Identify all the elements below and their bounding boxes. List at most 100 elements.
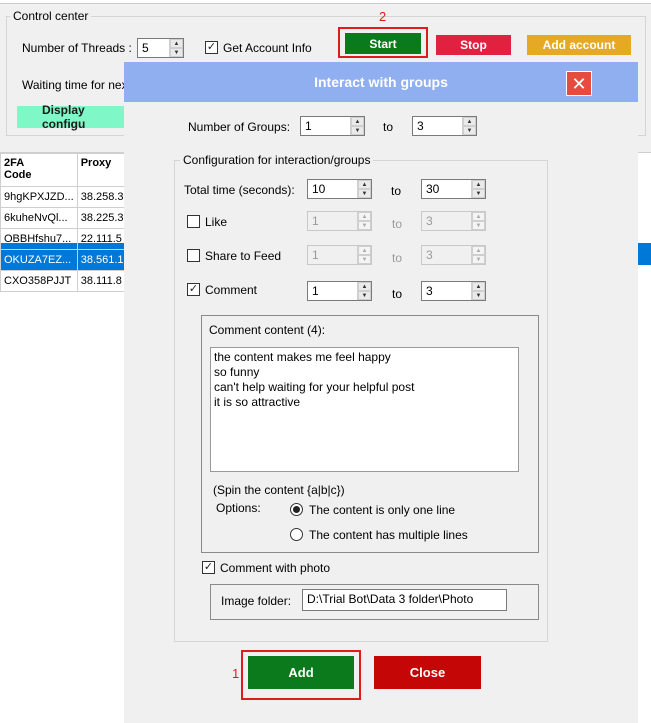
total-time-to-label: to bbox=[391, 184, 402, 198]
share-to-value: 3 bbox=[426, 248, 433, 262]
like-from-stepper[interactable]: 1 ▲ ▼ bbox=[307, 211, 372, 231]
table-cell: OKUZA7EZ... bbox=[0, 249, 78, 271]
interact-groups-dialog: Interact with groups ✕ Number of Groups:… bbox=[124, 62, 638, 723]
options-label: Options: bbox=[216, 501, 261, 515]
radio-one-line[interactable] bbox=[290, 503, 303, 516]
chevron-down-icon[interactable]: ▼ bbox=[358, 189, 371, 198]
comment-photo-label: Comment with photo bbox=[220, 561, 331, 575]
chevron-up-icon[interactable]: ▲ bbox=[472, 282, 485, 291]
table-cell: 38.561.1 bbox=[76, 249, 128, 271]
comment-label: Comment bbox=[205, 283, 258, 297]
chevron-down-icon[interactable]: ▼ bbox=[472, 189, 485, 198]
table-cell: 22.111.5 bbox=[76, 228, 128, 250]
option-multi-line-label: The content has multiple lines bbox=[309, 528, 468, 542]
table-row[interactable]: CXO358PJJT 38.111.8 bbox=[0, 270, 128, 292]
groups-to-label: to bbox=[383, 120, 394, 134]
total-time-to-stepper[interactable]: 30 ▲ ▼ bbox=[421, 179, 486, 199]
share-to-label: to bbox=[392, 251, 403, 265]
table-cell: 38.258.3 bbox=[76, 186, 128, 208]
display-config-label: Display configu bbox=[42, 103, 86, 131]
groups-to-stepper[interactable]: 3 ▲ ▼ bbox=[412, 116, 477, 136]
comment-to-value: 3 bbox=[426, 284, 433, 298]
chevron-down-icon[interactable]: ▼ bbox=[472, 291, 485, 300]
groups-from-value: 1 bbox=[305, 119, 312, 133]
config-title: Configuration for interaction/groups bbox=[180, 153, 374, 167]
chevron-down-icon: ▼ bbox=[472, 255, 485, 264]
add-account-button[interactable]: Add account bbox=[527, 35, 631, 55]
chevron-down-icon: ▼ bbox=[358, 255, 371, 264]
radio-dot-icon bbox=[293, 506, 300, 513]
comment-to-stepper[interactable]: 3 ▲ ▼ bbox=[421, 281, 486, 301]
chevron-down-icon[interactable]: ▼ bbox=[463, 126, 476, 135]
chevron-up-icon[interactable]: ▲ bbox=[358, 282, 371, 291]
top-strip bbox=[0, 0, 651, 4]
table-row[interactable]: 9hgKPXJZD... 38.258.3 bbox=[0, 186, 128, 208]
groups-from-stepper[interactable]: 1 ▲ ▼ bbox=[300, 116, 365, 136]
share-to-stepper[interactable]: 3 ▲ ▼ bbox=[421, 245, 486, 265]
table-cell: 9hgKPXJZD... bbox=[0, 186, 78, 208]
total-time-from-stepper[interactable]: 10 ▲ ▼ bbox=[307, 179, 372, 199]
get-account-info-label: Get Account Info bbox=[223, 41, 312, 55]
threads-stepper[interactable]: 5 ▲ ▼ bbox=[137, 38, 184, 58]
image-folder-input[interactable]: D:\Trial Bot\Data 3 folder\Photo bbox=[302, 589, 507, 611]
table-row[interactable]: OBBHfshu7... 22.111.5 bbox=[0, 228, 128, 250]
total-time-to-value: 30 bbox=[426, 182, 440, 196]
share-from-stepper[interactable]: 1 ▲ ▼ bbox=[307, 245, 372, 265]
checkmark-icon: ✓ bbox=[203, 561, 214, 573]
close-icon[interactable]: ✕ bbox=[566, 71, 592, 96]
accounts-table: 2FA Code Proxy 9hgKPXJZD... 38.258.3 6kuh… bbox=[0, 153, 128, 292]
table-row[interactable]: 6kuheNvQl... 38.225.3 bbox=[0, 207, 128, 229]
share-feed-checkbox[interactable] bbox=[187, 249, 200, 262]
total-time-label: Total time (seconds): bbox=[184, 183, 295, 197]
share-from-value: 1 bbox=[312, 248, 319, 262]
table-row-selected[interactable]: OKUZA7EZ... 38.561.1 bbox=[0, 249, 128, 271]
comment-content-textarea[interactable]: the content makes me feel happy so funny… bbox=[210, 347, 519, 472]
chevron-up-icon[interactable]: ▲ bbox=[472, 180, 485, 189]
chevron-down-icon[interactable]: ▼ bbox=[358, 291, 371, 300]
stop-button[interactable]: Stop bbox=[436, 35, 511, 55]
like-label: Like bbox=[205, 215, 228, 229]
column-header-proxy[interactable]: Proxy bbox=[76, 153, 128, 187]
column-header-2fa-text: 2FA Code bbox=[4, 157, 32, 181]
close-button[interactable]: Close bbox=[374, 656, 481, 689]
table-cell: CXO358PJJT bbox=[0, 270, 78, 292]
like-checkbox[interactable] bbox=[187, 215, 200, 228]
groups-to-value: 3 bbox=[417, 119, 424, 133]
chevron-up-icon: ▲ bbox=[358, 246, 371, 255]
add-button[interactable]: Add bbox=[248, 656, 354, 689]
comment-from-stepper[interactable]: 1 ▲ ▼ bbox=[307, 281, 372, 301]
total-time-from-value: 10 bbox=[312, 182, 326, 196]
like-to-label: to bbox=[392, 217, 403, 231]
chevron-down-icon[interactable]: ▼ bbox=[351, 126, 364, 135]
checkmark-icon: ✓ bbox=[188, 283, 199, 295]
radio-multi-line[interactable] bbox=[290, 528, 303, 541]
waiting-time-label: Waiting time for next bbox=[22, 78, 131, 92]
like-to-value: 3 bbox=[426, 214, 433, 228]
comment-checkbox[interactable]: ✓ bbox=[187, 283, 200, 296]
start-button[interactable]: Start bbox=[345, 33, 421, 54]
get-account-info-checkbox[interactable]: ✓ bbox=[205, 41, 218, 54]
control-center-title: Control center bbox=[10, 9, 92, 23]
like-from-value: 1 bbox=[312, 214, 319, 228]
groups-label: Number of Groups: bbox=[188, 120, 291, 134]
table-cell: 38.111.8 bbox=[76, 270, 128, 292]
share-feed-label: Share to Feed bbox=[205, 249, 282, 263]
table-cell: 6kuheNvQl... bbox=[0, 207, 78, 229]
comment-to-label: to bbox=[392, 287, 403, 301]
table-cell: OBBHfshu7... bbox=[0, 228, 78, 250]
chevron-up-icon[interactable]: ▲ bbox=[351, 117, 364, 126]
threads-value: 5 bbox=[142, 41, 149, 55]
image-folder-label: Image folder: bbox=[221, 594, 292, 608]
like-to-stepper[interactable]: 3 ▲ ▼ bbox=[421, 211, 486, 231]
chevron-up-icon[interactable]: ▲ bbox=[170, 39, 183, 48]
chevron-down-icon[interactable]: ▼ bbox=[170, 48, 183, 57]
chevron-up-icon[interactable]: ▲ bbox=[358, 180, 371, 189]
display-config-button[interactable]: Display configu bbox=[17, 103, 127, 131]
chevron-down-icon: ▼ bbox=[358, 221, 371, 230]
comment-photo-checkbox[interactable]: ✓ bbox=[202, 561, 215, 574]
chevron-up-icon[interactable]: ▲ bbox=[463, 117, 476, 126]
column-header-proxy-text: Proxy bbox=[80, 157, 112, 169]
chevron-down-icon: ▼ bbox=[472, 221, 485, 230]
dialog-title: Interact with groups bbox=[314, 74, 448, 90]
column-header-2fa[interactable]: 2FA Code bbox=[0, 153, 78, 187]
